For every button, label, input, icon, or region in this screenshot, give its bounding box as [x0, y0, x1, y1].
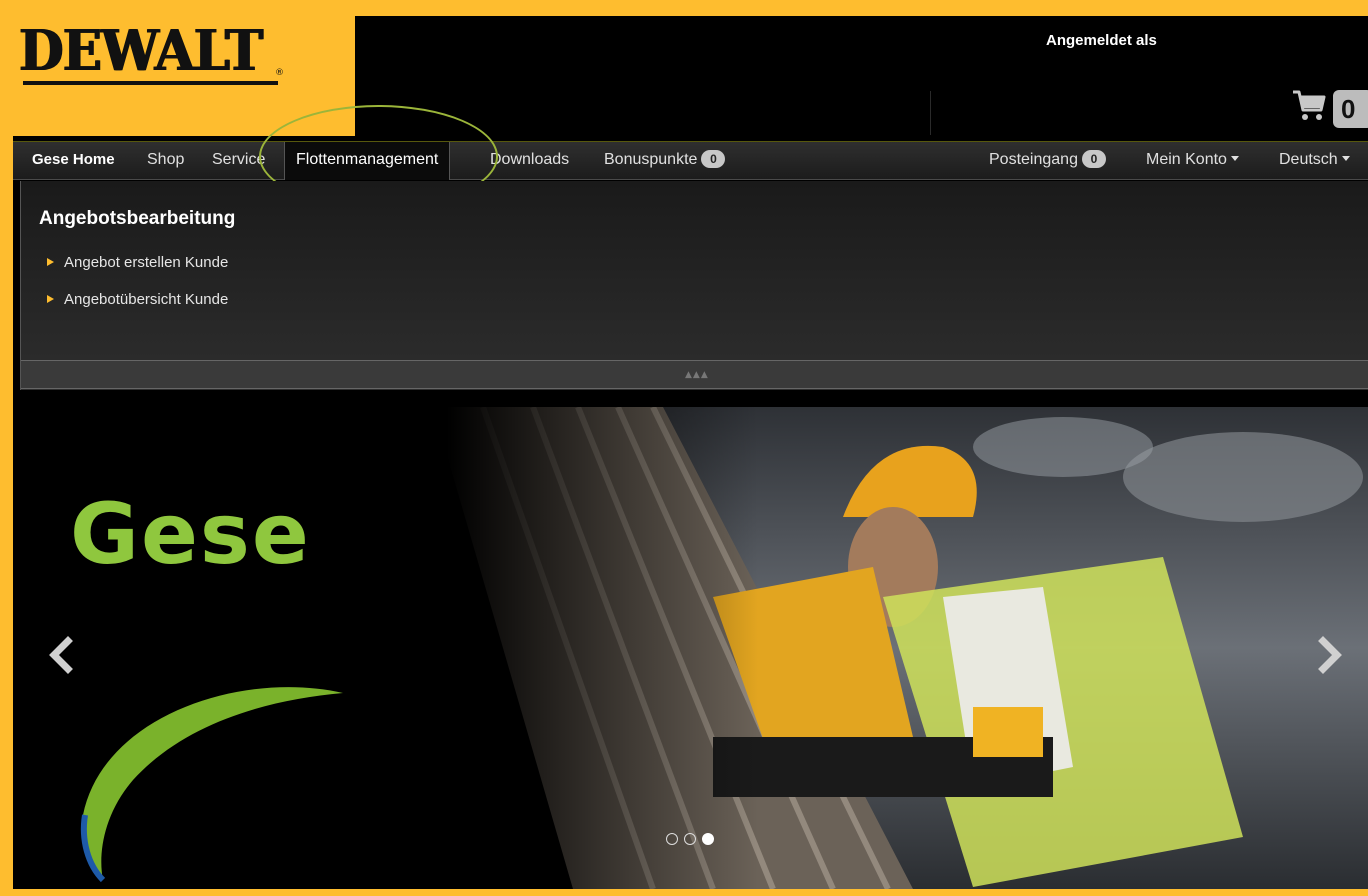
gese-logo	[80, 687, 344, 883]
slide-dot-1[interactable]	[666, 833, 678, 845]
nav-shop[interactable]: Shop	[147, 142, 184, 179]
dewalt-logo[interactable]: DEWALT ®	[19, 18, 284, 86]
logo-underline	[23, 81, 278, 85]
link-angebot-erstellen[interactable]: Angebot erstellen Kunde	[47, 254, 228, 271]
nav-bonuspunkte[interactable]: Bonuspunkte 0	[604, 142, 726, 179]
nav-service[interactable]: Service	[212, 142, 265, 179]
nav-mein-konto-label: Mein Konto	[1146, 151, 1227, 168]
brand-header: DEWALT ®	[13, 16, 355, 136]
bonus-count-badge: 0	[701, 150, 726, 168]
slider-indicators	[666, 830, 720, 849]
fleet-dropdown-panel: Angebotsbearbeitung Angebot erstellen Ku…	[20, 181, 1368, 390]
chevron-right-icon[interactable]	[1315, 635, 1345, 675]
cart-icon[interactable]	[1291, 86, 1327, 124]
slide-dot-3[interactable]	[702, 833, 714, 845]
inbox-count-badge: 0	[1081, 150, 1106, 168]
nav-posteingang[interactable]: Posteingang 0	[989, 142, 1106, 179]
triangle-right-icon	[47, 258, 54, 266]
page-frame: DEWALT ® Angemeldet als 0 Gese Home Shop…	[13, 16, 1368, 889]
main-nav: Gese Home Shop Service Flottenmanagement…	[13, 141, 1368, 180]
panel-collapse-bar[interactable]: ▲▲▲	[21, 360, 1368, 389]
link-label: Angebot erstellen Kunde	[64, 254, 229, 271]
link-label: Angebotübersicht Kunde	[64, 291, 229, 308]
nav-language-label: Deutsch	[1279, 151, 1338, 168]
chevron-left-icon[interactable]	[46, 635, 76, 675]
gese-logo-text: Gese	[70, 485, 311, 583]
panel-title: Angebotsbearbeitung	[39, 208, 236, 229]
nav-mein-konto[interactable]: Mein Konto	[1146, 142, 1239, 179]
nav-bonuspunkte-label: Bonuspunkte	[604, 151, 698, 168]
nav-posteingang-label: Posteingang	[989, 151, 1078, 168]
logged-in-label: Angemeldet als	[1046, 32, 1157, 49]
hero-slider: Gese	[13, 407, 1368, 889]
nav-downloads[interactable]: Downloads	[490, 142, 569, 179]
collapse-up-icon: ▲▲▲	[685, 370, 709, 380]
caret-down-icon	[1341, 156, 1350, 161]
triangle-right-icon	[47, 295, 54, 303]
registered-mark: ®	[275, 68, 284, 78]
logo-text: DEWALT	[19, 18, 263, 84]
nav-language[interactable]: Deutsch	[1279, 142, 1350, 179]
slide-dot-2[interactable]	[684, 833, 696, 845]
link-angebot-uebersicht[interactable]: Angebotübersicht Kunde	[47, 291, 228, 308]
nav-gese-home[interactable]: Gese Home	[32, 142, 115, 179]
caret-down-icon	[1230, 156, 1239, 161]
nav-flottenmanagement[interactable]: Flottenmanagement	[284, 142, 451, 180]
cart-count-badge[interactable]: 0	[1333, 90, 1368, 128]
header-divider	[930, 91, 931, 135]
